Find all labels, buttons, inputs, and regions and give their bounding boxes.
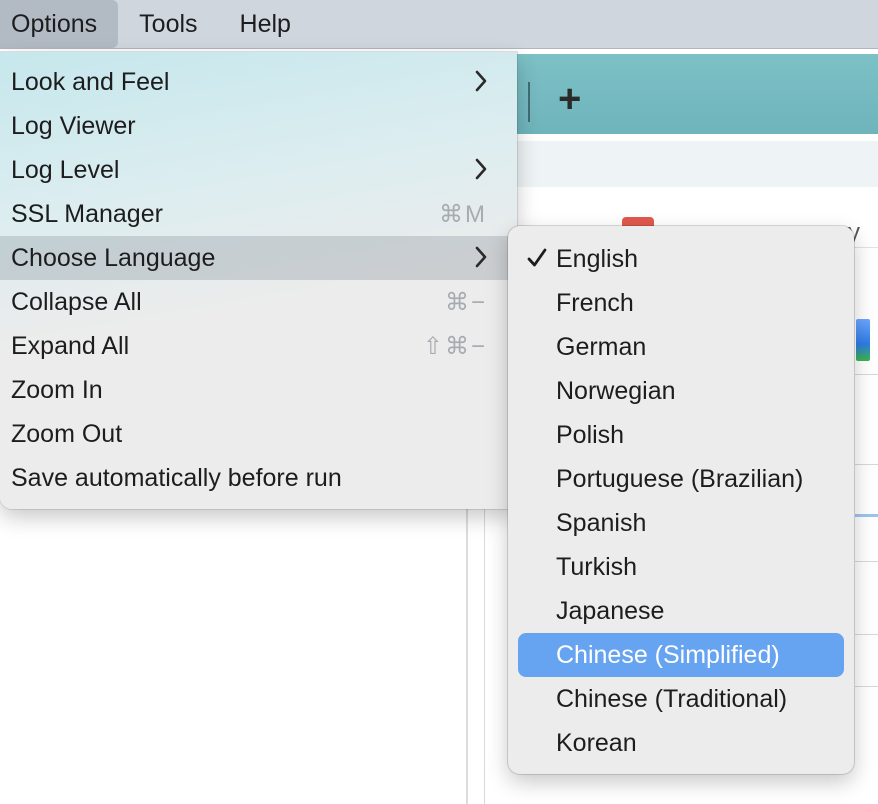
- menu-item-label: Zoom In: [11, 375, 103, 404]
- language-item-chinese-simplified[interactable]: Chinese (Simplified): [518, 633, 844, 677]
- language-label: Turkish: [556, 552, 638, 581]
- add-icon[interactable]: +: [558, 77, 581, 121]
- divider: [855, 374, 878, 375]
- divider: [855, 561, 878, 562]
- language-item-spanish[interactable]: Spanish: [518, 501, 844, 545]
- language-item-turkish[interactable]: Turkish: [518, 545, 844, 589]
- language-label: Korean: [556, 728, 637, 757]
- chart-icon[interactable]: [856, 319, 870, 361]
- language-label: Chinese (Traditional): [556, 684, 788, 713]
- menu-item-choose-language[interactable]: Choose Language: [0, 236, 517, 280]
- divider: [855, 634, 878, 635]
- language-label: Polish: [556, 420, 625, 449]
- menu-item-look-and-feel[interactable]: Look and Feel: [0, 60, 517, 104]
- address-bar: [500, 141, 878, 187]
- divider: [855, 686, 878, 687]
- menu-item-log-level[interactable]: Log Level: [0, 148, 517, 192]
- menubar-options[interactable]: Options: [0, 0, 119, 48]
- menu-item-collapse-all[interactable]: Collapse All ⌘−: [0, 280, 517, 324]
- language-item-english[interactable]: English: [518, 237, 844, 281]
- menubar-help[interactable]: Help: [219, 0, 312, 48]
- language-item-korean[interactable]: Korean: [518, 721, 844, 765]
- menu-item-ssl-manager[interactable]: SSL Manager ⌘M: [0, 192, 517, 236]
- language-submenu: English French German Norwegian Polish P…: [508, 226, 854, 774]
- toolbar-separator: [528, 82, 530, 122]
- menu-item-log-viewer[interactable]: Log Viewer: [0, 104, 517, 148]
- chevron-right-icon: [475, 246, 487, 268]
- chevron-right-icon: [475, 70, 487, 92]
- menu-item-label: Log Level: [11, 155, 120, 184]
- language-label: English: [556, 244, 638, 273]
- divider: [855, 464, 878, 465]
- pane-divider[interactable]: [466, 499, 468, 804]
- language-label: French: [556, 288, 634, 317]
- menu-item-label: Zoom Out: [11, 419, 123, 448]
- app-toolbar: [500, 54, 878, 134]
- menu-item-zoom-out[interactable]: Zoom Out: [0, 412, 517, 456]
- language-label: Spanish: [556, 508, 647, 537]
- language-item-chinese-traditional[interactable]: Chinese (Traditional): [518, 677, 844, 721]
- menu-item-zoom-in[interactable]: Zoom In: [0, 368, 517, 412]
- menu-item-save-automatically[interactable]: Save automatically before run: [0, 456, 517, 500]
- language-item-norwegian[interactable]: Norwegian: [518, 369, 844, 413]
- shortcut-hint: ⌘−: [444, 288, 487, 316]
- menubar-tools[interactable]: Tools: [118, 0, 218, 48]
- language-label: Norwegian: [556, 376, 676, 405]
- language-label: German: [556, 332, 647, 361]
- menu-item-label: Save automatically before run: [11, 463, 342, 492]
- menu-item-expand-all[interactable]: Expand All ⇧⌘−: [0, 324, 517, 368]
- menu-item-label: Log Viewer: [11, 111, 136, 140]
- language-item-polish[interactable]: Polish: [518, 413, 844, 457]
- menu-item-label: Choose Language: [11, 243, 216, 272]
- language-item-french[interactable]: French: [518, 281, 844, 325]
- shortcut-hint: ⇧⌘−: [422, 332, 487, 360]
- language-label: Japanese: [556, 596, 665, 625]
- menu-item-label: Collapse All: [11, 287, 142, 316]
- language-item-japanese[interactable]: Japanese: [518, 589, 844, 633]
- language-item-german[interactable]: German: [518, 325, 844, 369]
- checkmark-icon: [527, 248, 547, 267]
- shortcut-hint: ⌘M: [439, 200, 487, 228]
- language-label: Chinese (Simplified): [556, 640, 780, 669]
- chevron-right-icon: [475, 158, 487, 180]
- menubar: Options Tools Help: [0, 0, 878, 49]
- menu-item-label: Look and Feel: [11, 67, 170, 96]
- language-item-portuguese-brazilian[interactable]: Portuguese (Brazilian): [518, 457, 844, 501]
- divider: [855, 514, 878, 517]
- options-menu: Look and Feel Log Viewer Log Level SSL M…: [0, 52, 517, 509]
- language-label: Portuguese (Brazilian): [556, 464, 804, 493]
